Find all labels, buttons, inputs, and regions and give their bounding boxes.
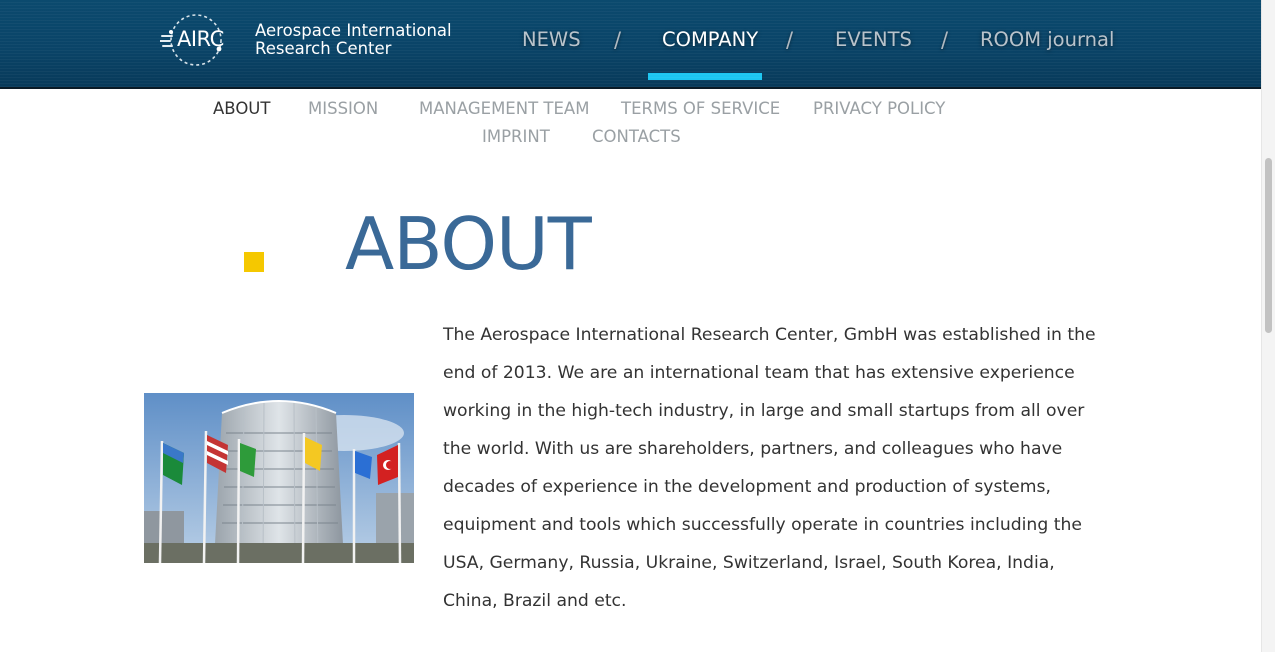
subnav-privacy-policy[interactable]: PRIVACY POLICY	[813, 98, 945, 120]
nav-room-journal[interactable]: ROOM journal	[980, 26, 1114, 54]
subnav-contacts[interactable]: CONTACTS	[592, 126, 681, 148]
site-logo[interactable]: AIRC Aerospace International Research Ce…	[160, 12, 452, 68]
logo-text: Aerospace International Research Center	[255, 22, 452, 58]
nav-separator: /	[614, 28, 622, 52]
subnav-mission[interactable]: MISSION	[308, 98, 378, 120]
logo-abbreviation: AIRC	[177, 27, 224, 51]
subnav-imprint[interactable]: IMPRINT	[482, 126, 550, 148]
title-accent-square	[244, 252, 264, 272]
nav-events[interactable]: EVENTS	[835, 26, 912, 54]
nav-separator: /	[941, 28, 949, 52]
airc-logo-icon: AIRC	[160, 12, 232, 68]
subnav-terms-of-service[interactable]: TERMS OF SERVICE	[621, 98, 780, 120]
un-building-photo	[144, 393, 414, 563]
subnav-about[interactable]: ABOUT	[213, 98, 270, 120]
logo-line-2: Research Center	[255, 39, 392, 58]
subnav-management-team[interactable]: MANAGEMENT TEAM	[419, 98, 589, 120]
page-title: ABOUT	[345, 202, 592, 286]
nav-active-indicator	[648, 73, 762, 80]
nav-company[interactable]: COMPANY	[662, 26, 758, 54]
nav-news[interactable]: NEWS	[522, 26, 581, 54]
page-scrollbar[interactable]	[1261, 0, 1275, 652]
nav-separator: /	[786, 28, 794, 52]
logo-line-1: Aerospace International	[255, 21, 452, 40]
about-paragraph: The Aerospace International Research Cen…	[443, 325, 1096, 611]
site-header: AIRC Aerospace International Research Ce…	[0, 0, 1261, 89]
scrollbar-thumb[interactable]	[1265, 158, 1272, 333]
